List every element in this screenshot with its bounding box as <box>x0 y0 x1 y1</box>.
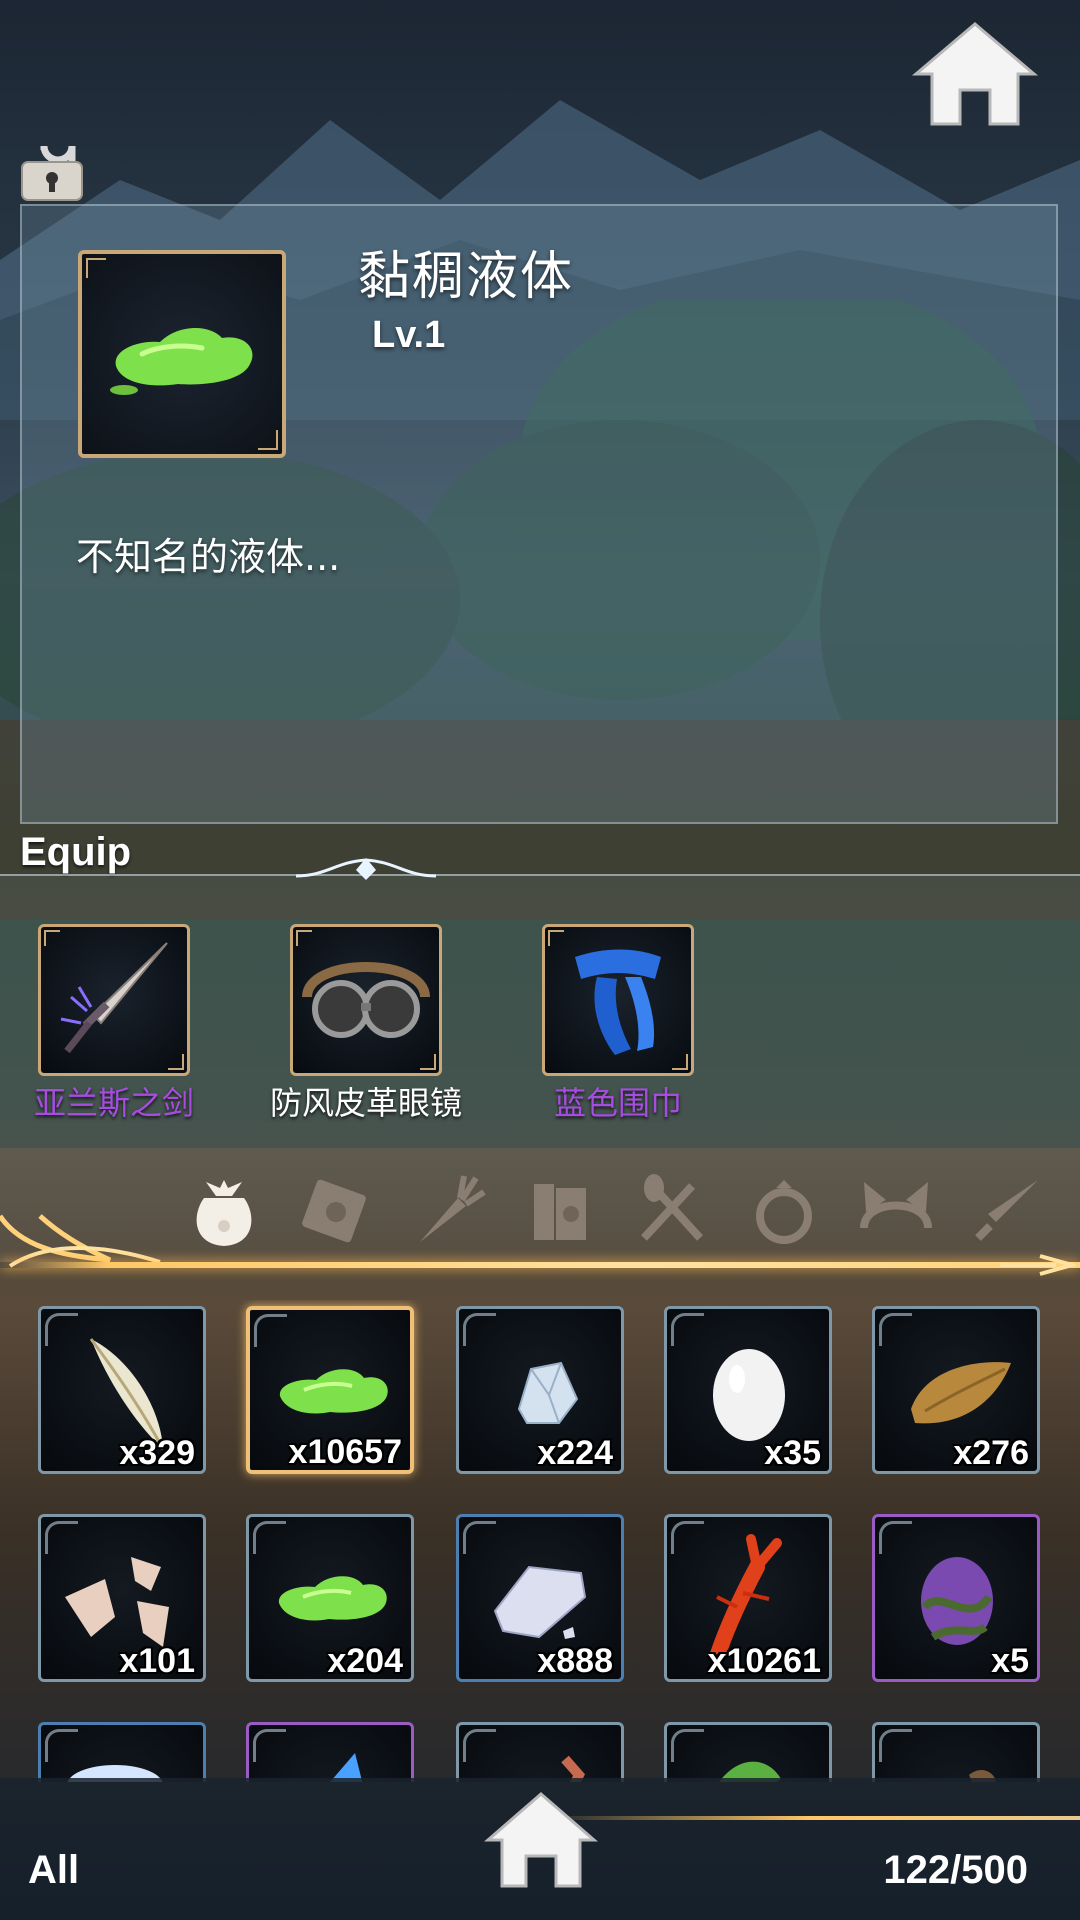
carrot-icon[interactable] <box>406 1168 490 1252</box>
equip-name-1: 亚兰斯之剑 <box>33 1084 194 1122</box>
inventory-slot[interactable]: x888 <box>456 1514 624 1682</box>
inventory-slot[interactable]: x329 <box>38 1306 206 1474</box>
slime-icon <box>110 327 253 395</box>
inventory-slot[interactable] <box>246 1722 414 1782</box>
item-count: x329 <box>119 1434 195 1472</box>
inventory-capacity: 122/500 <box>883 1848 1028 1892</box>
home-button[interactable] <box>910 18 1040 130</box>
inventory-slot[interactable]: x101 <box>38 1514 206 1682</box>
inventory-slot[interactable]: x276 <box>872 1306 1040 1474</box>
red-item-icon <box>561 1755 585 1782</box>
scroll-icon[interactable] <box>294 1168 378 1252</box>
equip-divider <box>0 874 1080 876</box>
item-name: 黏稠液体 <box>358 247 575 307</box>
item-count: x276 <box>953 1434 1029 1472</box>
unlock-icon[interactable] <box>20 128 84 202</box>
equip-slot-1[interactable] <box>38 924 190 1076</box>
inventory-slot[interactable] <box>456 1722 624 1782</box>
item-level: Lv.1 <box>372 314 446 356</box>
equip-slot-3[interactable] <box>542 924 694 1076</box>
item-count: x204 <box>327 1642 403 1680</box>
home-bottom-icon[interactable] <box>484 1790 598 1890</box>
ring-icon[interactable] <box>742 1168 826 1252</box>
item-count: x101 <box>119 1642 195 1680</box>
selected-item-frame <box>78 250 286 458</box>
inventory-slot[interactable]: x224 <box>456 1306 624 1474</box>
inventory-slot[interactable] <box>664 1722 832 1782</box>
inventory-slot[interactable] <box>872 1722 1040 1782</box>
arrow-ornament-icon <box>1000 1254 1076 1276</box>
tab-underline <box>0 1262 1080 1268</box>
equip-slot-2[interactable] <box>290 924 442 1076</box>
item-count: x35 <box>764 1434 821 1472</box>
item-count: x10657 <box>288 1433 402 1471</box>
inventory-slot-selected[interactable]: x10657 <box>246 1306 414 1474</box>
item-description: 不知名的液体... <box>76 535 341 579</box>
book-icon[interactable] <box>518 1168 602 1252</box>
inventory-grid: x329 x10657 x224 x35 x276 x101 x204 x888… <box>0 1300 1080 1782</box>
bag-icon[interactable] <box>182 1168 266 1252</box>
inventory-slot[interactable] <box>38 1722 206 1782</box>
filter-all-button[interactable]: All <box>28 1848 79 1893</box>
blue-crystal-icon <box>330 1753 363 1782</box>
blue-gem-icon <box>67 1765 163 1782</box>
inventory-slot[interactable]: x35 <box>664 1306 832 1474</box>
green-leaf-icon <box>719 1761 781 1782</box>
equip-name-2: 防风皮革眼镜 <box>269 1084 462 1122</box>
item-count: x224 <box>537 1434 613 1472</box>
inventory-slot[interactable]: x10261 <box>664 1514 832 1682</box>
item-count: x888 <box>537 1642 613 1680</box>
item-count: x10261 <box>707 1642 821 1680</box>
swirl-ornament-icon <box>0 1214 161 1268</box>
scarf-icon <box>575 949 661 1055</box>
sword-tab-icon[interactable] <box>966 1168 1050 1252</box>
footer-glow-line <box>540 1816 1080 1820</box>
equip-title: Equip <box>20 830 132 874</box>
equip-name-3: 蓝色围巾 <box>553 1084 682 1122</box>
cat-ears-icon[interactable] <box>854 1168 938 1252</box>
item-count: x5 <box>991 1642 1029 1680</box>
goggles-icon <box>302 962 430 1038</box>
utensils-icon[interactable] <box>630 1168 714 1252</box>
item-detail-panel: 黏稠液体 Lv.1 不知名的液体... <box>20 204 1058 824</box>
sword-icon <box>60 942 168 1054</box>
inventory-slot[interactable]: x204 <box>246 1514 414 1682</box>
brown-item-icon <box>969 1770 997 1782</box>
inventory-slot[interactable]: x5 <box>872 1514 1040 1682</box>
ornament-icon <box>296 858 436 880</box>
